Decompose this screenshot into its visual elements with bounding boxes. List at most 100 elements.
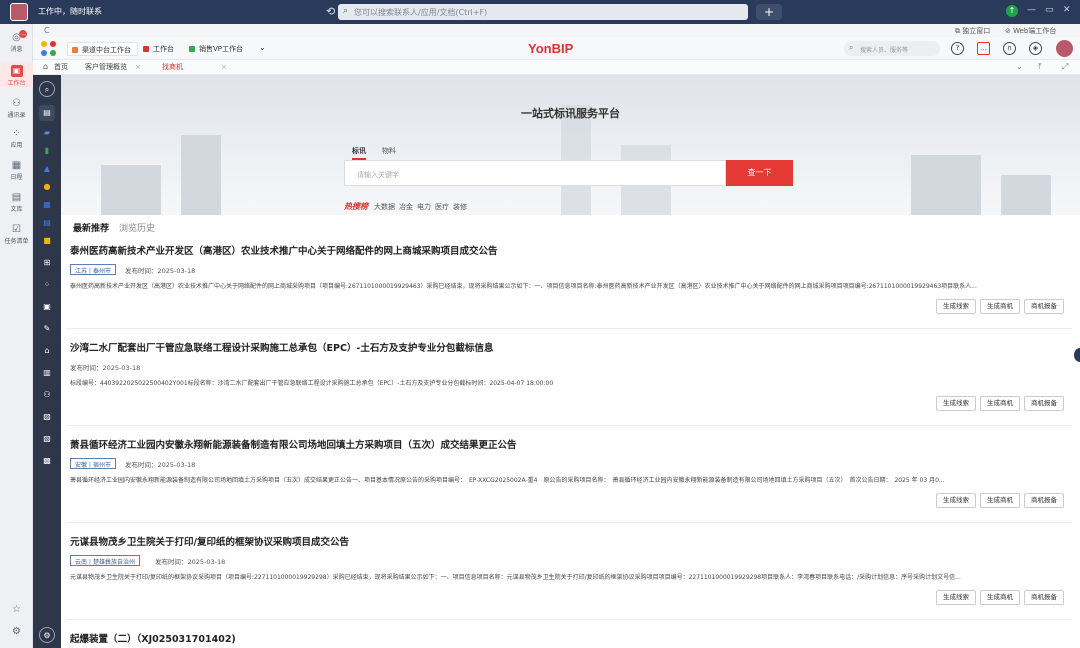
- user-status-text[interactable]: 工作中，随时联系: [38, 6, 102, 17]
- keyword-search-input[interactable]: 请输入关键字: [344, 160, 726, 186]
- chevron-down-icon[interactable]: ⌄: [259, 43, 266, 52]
- user-icon[interactable]: ●: [39, 179, 55, 195]
- generate-opportunity-button[interactable]: 生成商机: [980, 299, 1020, 314]
- tab-latest-recommend[interactable]: 最新推荐: [73, 224, 109, 234]
- global-search-input[interactable]: ⌕ 您可以搜索联系人/应用/文档(Ctrl+F): [338, 4, 748, 20]
- note-icon[interactable]: ■: [39, 233, 55, 249]
- user-avatar[interactable]: [10, 3, 28, 21]
- generate-opportunity-button[interactable]: 生成商机: [980, 493, 1020, 508]
- fullscreen-icon[interactable]: ⤢: [1062, 62, 1068, 72]
- doc-green-icon[interactable]: ▮: [39, 143, 55, 159]
- table-icon[interactable]: ▥: [39, 365, 55, 381]
- nav-item-library[interactable]: ▤ 文库: [0, 192, 33, 213]
- report-icon[interactable]: ▩: [39, 453, 55, 469]
- minimize-button[interactable]: —: [1027, 5, 1036, 15]
- grid-icon[interactable]: ▦: [39, 197, 55, 213]
- float-window-label: 独立窗口: [962, 27, 991, 35]
- generate-lead-button[interactable]: 生成线索: [936, 493, 976, 508]
- settings-icon[interactable]: ⚙: [0, 626, 33, 638]
- doc-icon[interactable]: ▣: [39, 299, 55, 315]
- float-window-button[interactable]: ⧉ 独立窗口: [955, 26, 990, 36]
- generate-opportunity-button[interactable]: 生成商机: [980, 590, 1020, 605]
- item-title[interactable]: 起爆装置（二）（XJ025031701402): [70, 631, 236, 645]
- apps-icon[interactable]: ⁘: [39, 277, 55, 293]
- tab-channel-workbench[interactable]: 渠道中台工作台: [67, 42, 138, 56]
- report-opportunity-button[interactable]: 商机报备: [1024, 590, 1064, 605]
- generate-lead-button[interactable]: 生成线索: [936, 590, 976, 605]
- report-opportunity-button[interactable]: 商机报备: [1024, 396, 1064, 411]
- tab-label: 渠道中台工作台: [82, 46, 131, 54]
- web-workbench-button[interactable]: ⊘ Web端工作台: [1005, 26, 1056, 36]
- headset-icon[interactable]: ∩: [1003, 42, 1016, 55]
- update-icon[interactable]: ↑: [1006, 5, 1018, 17]
- nav-item-contacts[interactable]: ⚇ 通讯录: [0, 98, 33, 119]
- layers-icon[interactable]: ⊞: [39, 255, 55, 271]
- hot-word[interactable]: 冶金: [399, 203, 413, 211]
- nav-item-message[interactable]: ◎ … 消息: [0, 30, 33, 53]
- tab-find-opportunity[interactable]: 找商机 ×: [162, 62, 227, 72]
- close-icon[interactable]: ×: [221, 63, 227, 71]
- hot-word[interactable]: 医疗: [435, 203, 449, 211]
- people-icon[interactable]: ▲: [39, 161, 55, 177]
- app-sidebar: ⌕ ▤ ▰ ▮ ▲ ● ▦ ▤ ■ ⊞ ⁘ ▣ ✎ ⌂ ▥ ⚇ ▨ ▧ ▩ ⚙: [33, 75, 61, 648]
- hot-word[interactable]: 大数据: [374, 203, 395, 211]
- app-search-input[interactable]: ⌕ 搜索人员、服务等: [844, 41, 940, 56]
- settings-icon[interactable]: ⚙: [39, 627, 55, 643]
- close-button[interactable]: ✕: [1063, 5, 1071, 15]
- tab-browse-history[interactable]: 浏览历史: [119, 224, 155, 234]
- history-icon[interactable]: ⟲: [326, 5, 335, 18]
- chart-icon[interactable]: ▧: [39, 431, 55, 447]
- app-grid-icon[interactable]: [41, 41, 57, 57]
- star-icon[interactable]: ☆: [0, 604, 33, 616]
- publish-time: 发布时间：2025-03-18: [125, 267, 196, 275]
- pin-top-icon[interactable]: ⤒: [1038, 62, 1042, 72]
- nav-item-tasks[interactable]: ☑ 任务清单: [0, 224, 33, 245]
- compass-icon[interactable]: ◈: [1029, 42, 1042, 55]
- search-icon[interactable]: ⌕: [39, 81, 55, 97]
- house-icon[interactable]: ⌂: [39, 343, 55, 359]
- tab-workbench[interactable]: 工作台: [139, 42, 180, 56]
- chat-icon[interactable]: …: [977, 42, 990, 55]
- list-icon[interactable]: ▤: [39, 215, 55, 231]
- tab-customer-overview[interactable]: 客户管理概览 ×: [85, 62, 141, 72]
- report-opportunity-button[interactable]: 商机报备: [1024, 493, 1064, 508]
- search-button[interactable]: 查一下: [726, 160, 793, 186]
- tab-bid-info[interactable]: 标讯: [352, 146, 366, 160]
- global-search-placeholder: 您可以搜索联系人/应用/文档(Ctrl+F): [354, 8, 488, 17]
- tab-home[interactable]: 首页: [54, 62, 68, 72]
- hot-word[interactable]: 电力: [417, 203, 431, 211]
- generate-lead-button[interactable]: 生成线索: [936, 396, 976, 411]
- tab-sales-vp-workbench[interactable]: 销售VP工作台: [185, 42, 249, 56]
- item-title[interactable]: 元谋县物茂乡卫生院关于打印/复印纸的框架协议采购项目成交公告: [70, 534, 349, 548]
- generate-opportunity-button[interactable]: 生成商机: [980, 396, 1020, 411]
- chevron-down-icon[interactable]: ⌄: [1016, 62, 1023, 71]
- folder-icon[interactable]: ▤: [39, 105, 55, 121]
- tab-materials[interactable]: 物料: [382, 146, 396, 158]
- doc-blue-icon[interactable]: ▰: [39, 125, 55, 141]
- refresh-icon[interactable]: C: [44, 26, 50, 35]
- floating-assistant-button[interactable]: [1074, 348, 1080, 362]
- contacts-icon: ⚇: [12, 98, 21, 109]
- close-icon[interactable]: ×: [135, 63, 141, 71]
- item-title[interactable]: 泰州医药高新技术产业开发区（高港区）农业技术推广中心关于网络配件的网上商城采购项…: [70, 243, 498, 257]
- generate-lead-button[interactable]: 生成线索: [936, 299, 976, 314]
- help-icon[interactable]: ?: [951, 42, 964, 55]
- team-icon[interactable]: ⚇: [39, 387, 55, 403]
- nav-item-workbench[interactable]: ▣ 工作台: [0, 62, 33, 87]
- briefcase-icon[interactable]: ▨: [39, 409, 55, 425]
- report-opportunity-button[interactable]: 商机报备: [1024, 299, 1064, 314]
- hot-search-list: 热搜榜 大数据 冶金 电力 医疗 装修: [344, 201, 471, 212]
- item-title[interactable]: 萧县循环经济工业园内安徽永翔新能源装备制造有限公司场地回填土方采购项目（五次）成…: [70, 437, 517, 451]
- tab-label: 销售VP工作台: [199, 45, 244, 53]
- maximize-button[interactable]: ▭: [1045, 5, 1054, 15]
- avatar[interactable]: [1056, 40, 1073, 57]
- left-nav: ◎ … 消息 ▣ 工作台 ⚇ 通讯录 ⁘ 应用 ▦ 日程 ▤ 文库 ☑ 任务清单…: [0, 24, 33, 648]
- nav-label: 消息: [10, 46, 23, 53]
- tab-label: 客户管理概览: [85, 63, 127, 71]
- nav-item-calendar[interactable]: ▦ 日程: [0, 160, 33, 181]
- nav-item-apps[interactable]: ⁘ 应用: [0, 128, 33, 149]
- hot-word[interactable]: 装修: [453, 203, 467, 211]
- edit-icon[interactable]: ✎: [39, 321, 55, 337]
- item-title[interactable]: 沙湾二水厂配套出厂干管应急联络工程设计采购施工总承包（EPC）-土石方及支护专业…: [70, 340, 493, 354]
- add-button[interactable]: +: [756, 4, 782, 20]
